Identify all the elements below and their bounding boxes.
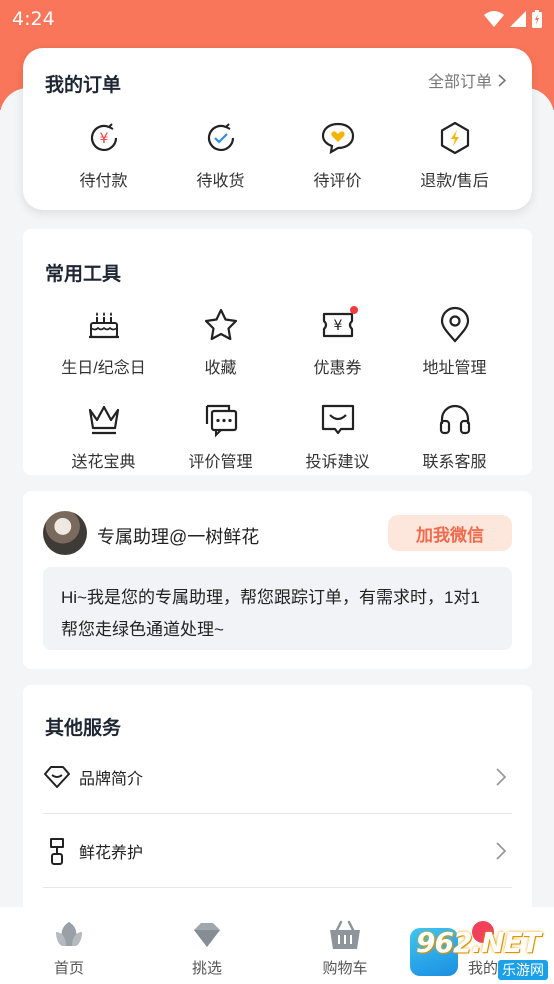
tools-card: 常用工具 生日/纪念日 收藏 ¥ 优惠券 地址管理 送花宝典 评价管理 投诉建议… bbox=[23, 229, 532, 475]
tool-address[interactable]: 地址管理 bbox=[396, 305, 513, 378]
tool-flower-guide[interactable]: 送花宝典 bbox=[45, 399, 162, 472]
tool-favorites[interactable]: 收藏 bbox=[162, 305, 279, 378]
battery-icon bbox=[532, 10, 542, 28]
headset-icon bbox=[435, 399, 475, 439]
watermark-logo: 962.NET 乐游网 bbox=[410, 926, 550, 980]
order-item-review[interactable]: 待评价 bbox=[279, 118, 396, 191]
order-item-payment[interactable]: ¥ 待付款 bbox=[45, 118, 162, 191]
tool-feedback[interactable]: 投诉建议 bbox=[279, 399, 396, 472]
all-orders-link[interactable]: 全部订单 bbox=[428, 68, 506, 92]
tab-label: 购物车 bbox=[322, 960, 368, 977]
pick-diamond-icon bbox=[189, 917, 225, 953]
payment-pending-icon: ¥ bbox=[84, 118, 124, 158]
chevron-right-icon bbox=[496, 767, 506, 786]
tab-cart[interactable]: 购物车 bbox=[276, 907, 414, 984]
add-wechat-button[interactable]: 加我微信 bbox=[388, 515, 512, 551]
diamond-icon bbox=[43, 765, 71, 789]
assistant-name: 专属助理@一树鲜花 bbox=[97, 527, 260, 547]
tool-label: 优惠券 bbox=[313, 360, 362, 377]
watermark-main: 962.NET bbox=[416, 926, 541, 959]
tool-label: 收藏 bbox=[204, 360, 237, 377]
status-time: 4:24 bbox=[12, 8, 55, 30]
feedback-icon bbox=[318, 399, 358, 439]
tool-label: 生日/纪念日 bbox=[61, 360, 146, 377]
location-icon bbox=[435, 305, 475, 345]
order-item-label: 待评价 bbox=[313, 173, 362, 190]
comment-icon bbox=[201, 399, 241, 439]
tool-reviews[interactable]: 评价管理 bbox=[162, 399, 279, 472]
tool-label: 评价管理 bbox=[188, 454, 253, 471]
wifi-icon bbox=[484, 11, 504, 27]
svg-text:¥: ¥ bbox=[333, 318, 342, 334]
orders-card: 我的订单 全部订单 ¥ 待付款 待收货 待评价 退款/售后 bbox=[23, 48, 532, 210]
home-flower-icon bbox=[51, 917, 87, 953]
star-icon bbox=[201, 305, 241, 345]
avatar[interactable] bbox=[43, 511, 87, 555]
watermark-sub: 乐游网 bbox=[498, 960, 548, 980]
orders-grid: ¥ 待付款 待收货 待评价 退款/售后 bbox=[23, 118, 532, 191]
chevron-right-icon bbox=[498, 73, 506, 87]
tools-title: 常用工具 bbox=[45, 264, 122, 285]
tab-pick[interactable]: 挑选 bbox=[138, 907, 276, 984]
svg-text:¥: ¥ bbox=[99, 131, 108, 147]
service-label: 品牌简介 bbox=[79, 770, 144, 788]
other-services-card: 其他服务 品牌简介 鲜花养护 bbox=[23, 685, 532, 925]
assistant-message: Hi~我是您的专属助理，帮您跟踪订单，有需求时，1对1帮您走绿色通道处理~ bbox=[43, 567, 512, 650]
order-item-refund[interactable]: 退款/售后 bbox=[396, 118, 513, 191]
tab-home[interactable]: 首页 bbox=[0, 907, 138, 984]
tool-customer-service[interactable]: 联系客服 bbox=[396, 399, 513, 472]
cake-icon bbox=[84, 305, 124, 345]
service-row-brand[interactable]: 品牌简介 bbox=[43, 740, 512, 814]
tool-coupons[interactable]: ¥ 优惠券 bbox=[279, 305, 396, 378]
tool-birthday[interactable]: 生日/纪念日 bbox=[45, 305, 162, 378]
all-orders-label: 全部订单 bbox=[427, 74, 492, 91]
tool-label: 联系客服 bbox=[422, 454, 487, 471]
other-services-title: 其他服务 bbox=[45, 718, 122, 739]
tab-label: 首页 bbox=[53, 960, 84, 977]
tools-row-2: 送花宝典 评价管理 投诉建议 联系客服 bbox=[23, 399, 532, 472]
chevron-right-icon bbox=[496, 841, 506, 860]
refund-icon bbox=[435, 118, 475, 158]
status-icons bbox=[484, 10, 542, 28]
assistant-card: 专属助理@一树鲜花 加我微信 Hi~我是您的专属助理，帮您跟踪订单，有需求时，1… bbox=[23, 491, 532, 669]
coupon-icon: ¥ bbox=[318, 305, 358, 345]
service-label: 鲜花养护 bbox=[79, 844, 144, 862]
orders-title: 我的订单 bbox=[45, 75, 122, 96]
order-item-label: 待付款 bbox=[79, 173, 128, 190]
tools-row-1: 生日/纪念日 收藏 ¥ 优惠券 地址管理 bbox=[23, 305, 532, 378]
basket-icon bbox=[327, 917, 363, 953]
review-pending-icon bbox=[318, 118, 358, 158]
tool-label: 送花宝典 bbox=[71, 454, 136, 471]
delivery-pending-icon bbox=[201, 118, 241, 158]
tab-label: 挑选 bbox=[191, 960, 222, 977]
status-bar: 4:24 bbox=[0, 0, 554, 38]
tool-label: 投诉建议 bbox=[305, 454, 370, 471]
watering-icon bbox=[43, 836, 71, 866]
crown-icon bbox=[84, 399, 124, 439]
tool-label: 地址管理 bbox=[422, 360, 487, 377]
signal-icon bbox=[510, 11, 526, 27]
order-item-label: 退款/售后 bbox=[420, 173, 489, 190]
order-item-delivery[interactable]: 待收货 bbox=[162, 118, 279, 191]
service-row-care[interactable]: 鲜花养护 bbox=[43, 814, 512, 888]
order-item-label: 待收货 bbox=[196, 173, 245, 190]
